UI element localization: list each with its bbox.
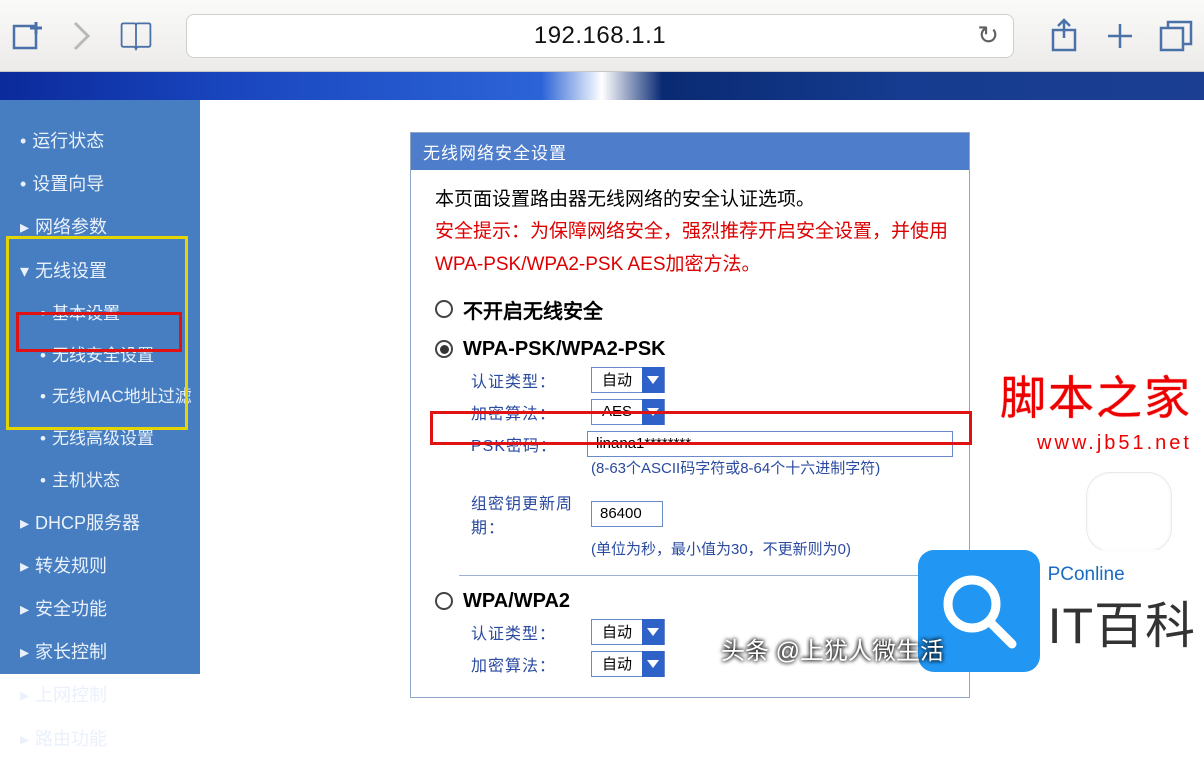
sidebar-item-routing[interactable]: ▸路由功能 (0, 718, 200, 761)
chevron-down-icon (642, 619, 664, 645)
chevron-down-icon (642, 399, 664, 425)
url-text: 192.168.1.1 (534, 22, 666, 50)
radio-icon[interactable] (435, 592, 453, 610)
sidebar-item-dhcp[interactable]: ▸DHCP服务器 (0, 502, 200, 545)
sidebar-item-basic[interactable]: •基本设置 (0, 293, 200, 335)
radio-icon[interactable] (435, 340, 453, 358)
radio-icon[interactable] (435, 300, 453, 318)
psk-password-row: PSK密码： (471, 431, 953, 457)
option-psk[interactable]: WPA-PSK/WPA2-PSK (435, 338, 953, 361)
attribution-text: 头条 @上犹人微生活 (721, 631, 944, 666)
psk-hint: (8-63个ASCII码字符或8-64个十六进制字符) (591, 457, 953, 478)
wpa-auth-select[interactable]: 自动 (591, 619, 665, 645)
wpa-enc-select[interactable]: 自动 (591, 651, 665, 677)
sidebar-item-parental[interactable]: ▸家长控制 (0, 631, 200, 674)
share-icon[interactable] (1046, 18, 1082, 54)
panel-title: 无线网络安全设置 (411, 133, 969, 170)
watermark-jb51: 脚本之家 www.jb51.net (1000, 362, 1192, 455)
auth-type-row: 认证类型： 自动 (471, 367, 953, 393)
rekey-row: 组密钥更新周期： (471, 490, 953, 538)
tabs-icon[interactable] (1158, 18, 1194, 54)
encryption-row: 加密算法： AES (471, 399, 953, 425)
sidebar: •运行状态 •设置向导 ▸网络参数 ▾无线设置 •基本设置 •无线安全设置 •无… (0, 100, 200, 674)
sidebar-item-access[interactable]: ▸上网控制 (0, 674, 200, 717)
sidebar-item-status[interactable]: •运行状态 (0, 120, 200, 163)
watermark-pconline: PConline IT百科 (918, 550, 1196, 672)
camera-bump-decor (1086, 472, 1172, 552)
sidebar-item-network[interactable]: ▸网络参数 (0, 206, 200, 249)
sidebar-item-securityfn[interactable]: ▸安全功能 (0, 588, 200, 631)
intro-text: 本页面设置路由器无线网络的安全认证选项。 (435, 184, 953, 216)
psk-password-input[interactable] (587, 431, 953, 457)
sidebar-item-wizard[interactable]: •设置向导 (0, 163, 200, 206)
banner-strip (0, 72, 1204, 100)
bookmarks-icon[interactable] (118, 18, 154, 54)
chevron-down-icon (642, 651, 664, 677)
rekey-input[interactable] (591, 501, 663, 527)
new-tab-icon[interactable] (1102, 18, 1138, 54)
add-to-reading-icon[interactable] (10, 18, 46, 54)
browser-toolbar: 192.168.1.1 ↻ (0, 0, 1204, 72)
rekey-hint: (单位为秒，最小值为30，不更新则为0) (591, 538, 953, 559)
settings-card: 无线网络安全设置 本页面设置路由器无线网络的安全认证选项。 安全提示：为保障网络… (410, 132, 970, 698)
divider (459, 575, 953, 576)
forward-icon[interactable] (64, 18, 100, 54)
sidebar-item-wireless[interactable]: ▾无线设置 (0, 250, 200, 293)
chevron-down-icon (642, 367, 664, 393)
auth-type-select[interactable]: 自动 (591, 367, 665, 393)
warning-text: 安全提示：为保障网络安全，强烈推荐开启安全设置，并使用WPA-PSK/WPA2-… (435, 216, 953, 281)
sidebar-item-security[interactable]: •无线安全设置 (0, 335, 200, 377)
encryption-select[interactable]: AES (591, 399, 665, 425)
reload-icon[interactable]: ↻ (977, 20, 999, 51)
address-bar[interactable]: 192.168.1.1 ↻ (186, 14, 1014, 58)
sidebar-item-hoststatus[interactable]: •主机状态 (0, 460, 200, 502)
sidebar-item-forward[interactable]: ▸转发规则 (0, 545, 200, 588)
sidebar-item-macfilter[interactable]: •无线MAC地址过滤 (0, 376, 200, 418)
option-wpa[interactable]: WPA/WPA2 (435, 590, 953, 613)
option-none[interactable]: 不开启无线安全 (435, 295, 953, 324)
sidebar-item-advanced[interactable]: •无线高级设置 (0, 418, 200, 460)
